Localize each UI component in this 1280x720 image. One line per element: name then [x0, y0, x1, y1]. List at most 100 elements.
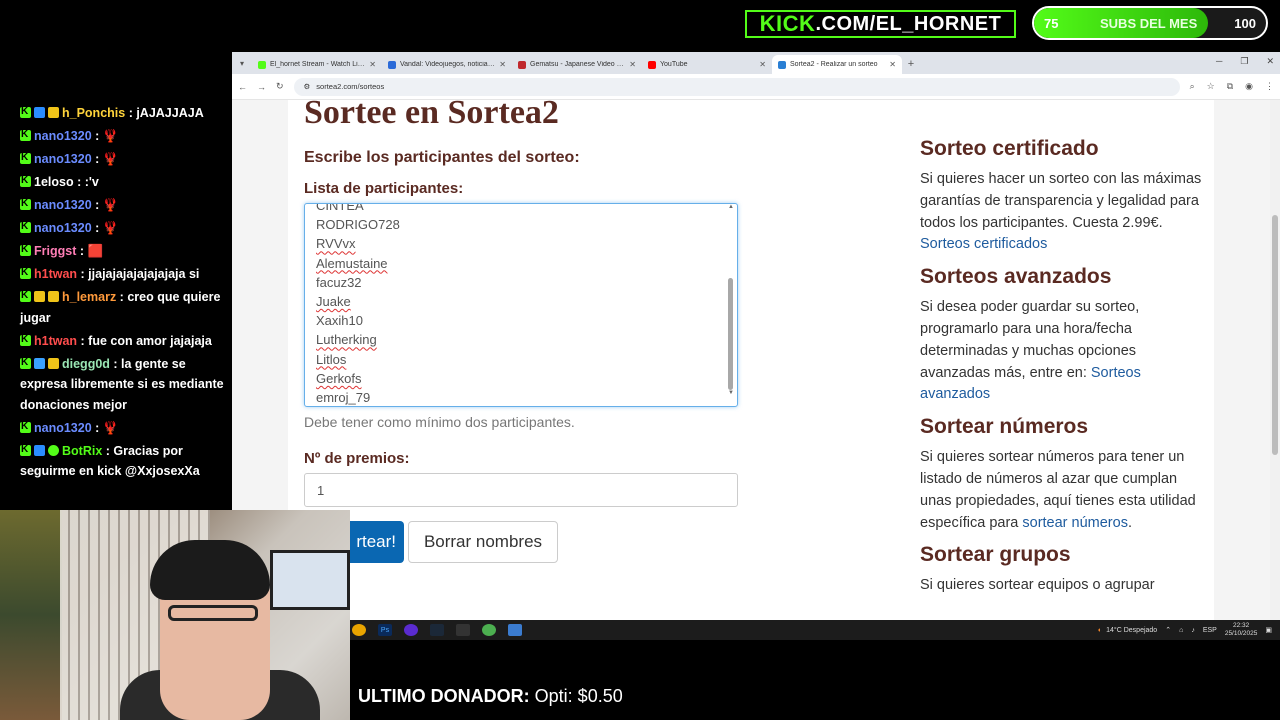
- url-text: sortea2.com/sorteos: [316, 82, 385, 91]
- browser-tab[interactable]: Gematsu - Japanese Video Gam... ✕: [512, 55, 642, 74]
- page-scroll-thumb[interactable]: [1272, 215, 1278, 455]
- reload-icon[interactable]: ↻: [276, 81, 284, 92]
- browser-tab[interactable]: YouTube ✕: [642, 55, 772, 74]
- sidebar-text-end: .: [1127, 514, 1132, 531]
- browser-tab[interactable]: Vandal: Videojuegos, noticias, g... ✕: [382, 55, 512, 74]
- tab-close-icon[interactable]: ✕: [499, 60, 506, 69]
- sidebar-link[interactable]: Sorteos certificados: [920, 236, 1047, 252]
- clear-names-button[interactable]: Borrar nombres: [408, 521, 558, 563]
- network-icon[interactable]: ⌂: [1179, 627, 1183, 634]
- chat-username[interactable]: nano1320: [34, 129, 92, 143]
- chat-separator: :: [116, 290, 128, 304]
- zoom-icon[interactable]: ⌕: [1190, 81, 1195, 92]
- chat-username[interactable]: diegg0d: [62, 357, 110, 371]
- kick-badge-icon: [20, 148, 31, 169]
- browser-window: ▾ El_hornet Stream - Watch Live... ✕ Vanda…: [232, 52, 1280, 620]
- chat-username[interactable]: h_Ponchis: [62, 106, 125, 120]
- chrome-icon[interactable]: [352, 624, 366, 636]
- url-field[interactable]: ⚙ sortea2.com/sorteos: [293, 77, 1180, 96]
- chat-message: 1eloso : :'v: [20, 171, 230, 193]
- app-icon[interactable]: [456, 624, 470, 636]
- close-window-icon[interactable]: ✕: [1266, 56, 1274, 67]
- textarea-scrollbar[interactable]: ▲ ▼: [727, 204, 735, 406]
- sidebar-heading: Sorteo certificado: [920, 137, 1099, 160]
- forward-icon[interactable]: →: [257, 82, 266, 92]
- kick-badge-icon: [20, 417, 31, 437]
- tab-close-icon[interactable]: ✕: [369, 60, 376, 69]
- scroll-down-icon[interactable]: ▼: [727, 390, 735, 396]
- explorer-icon[interactable]: [508, 624, 522, 636]
- discord-icon[interactable]: [482, 624, 496, 636]
- tab-search-icon[interactable]: ▾: [232, 52, 252, 74]
- notifications-icon[interactable]: ▣: [1265, 626, 1272, 634]
- sidebar-link[interactable]: sortear números: [1022, 515, 1128, 531]
- page-scrollbar[interactable]: [1270, 100, 1280, 620]
- kick-badge-icon: [20, 440, 31, 460]
- chat-username[interactable]: nano1320: [34, 221, 92, 235]
- chat-text: 🦞: [102, 420, 119, 435]
- clock-date: 25/10/2025: [1224, 630, 1258, 637]
- participant-line: Xaxih10: [316, 313, 363, 329]
- chat-username[interactable]: nano1320: [34, 421, 92, 435]
- chat-separator: :: [125, 106, 137, 120]
- chat-separator: :: [109, 356, 122, 371]
- chat-username[interactable]: BotRix: [62, 444, 102, 458]
- chat-message: Friggst : 🟥: [20, 240, 230, 262]
- gift-badge-icon: [48, 107, 59, 118]
- participants-textarea[interactable]: CINTEA RODRIGO728 RVVvx Alemustaine facuz32 J…: [304, 203, 738, 407]
- kick-badge-icon: [20, 330, 31, 350]
- kick-badge-icon: [20, 194, 31, 215]
- tray-chevron-icon[interactable]: ⌃: [1165, 626, 1171, 634]
- steam-icon[interactable]: [430, 624, 444, 636]
- textarea-scroll-thumb[interactable]: [728, 278, 733, 390]
- chat-separator: :: [91, 198, 103, 212]
- clock[interactable]: 22:32 25/10/2025: [1225, 622, 1258, 638]
- minimize-icon[interactable]: ─: [1216, 56, 1222, 67]
- chat-username[interactable]: h_lemarz: [62, 290, 116, 304]
- tab-list: El_hornet Stream - Watch Live... ✕ Vandal:…: [252, 55, 902, 74]
- new-tab-button[interactable]: +: [902, 55, 920, 74]
- tab-title: Sortea2 - Realizar un sorteo: [790, 61, 878, 68]
- scroll-up-icon[interactable]: ▲: [727, 204, 735, 210]
- streamer-glasses: [168, 605, 258, 621]
- site-info-icon[interactable]: ⚙: [304, 82, 311, 91]
- bookmark-star-icon[interactable]: ☆: [1207, 81, 1215, 92]
- tab-favicon-icon: [258, 60, 266, 69]
- sub-badge-icon: [34, 107, 45, 118]
- browser-tab[interactable]: El_hornet Stream - Watch Live... ✕: [252, 55, 382, 74]
- verified-badge-icon: [48, 444, 59, 456]
- participant-line: facuz32: [316, 274, 362, 290]
- extensions-icon[interactable]: ⧉: [1227, 81, 1233, 92]
- participants-help-text: Debe tener como mínimo dos participantes…: [304, 414, 575, 430]
- weather-widget[interactable]: ◐ 14°C Despejado: [1098, 627, 1157, 634]
- sidebar-paragraph: Si desea poder guardar su sorteo, progra…: [920, 297, 1205, 406]
- maximize-icon[interactable]: ❐: [1240, 56, 1248, 67]
- chat-username[interactable]: nano1320: [34, 152, 92, 166]
- chat-username[interactable]: h1twan: [34, 334, 77, 348]
- background-monitor: [270, 550, 350, 610]
- tab-close-icon[interactable]: ✕: [759, 60, 766, 69]
- tab-close-icon[interactable]: ✕: [889, 60, 896, 69]
- prizes-input[interactable]: 1: [304, 473, 738, 507]
- chat-username[interactable]: 1eloso: [34, 175, 74, 189]
- browser-tab[interactable]: Sortea2 - Realizar un sorteo ✕: [772, 55, 902, 74]
- volume-icon[interactable]: ♪: [1191, 627, 1195, 634]
- chat-username[interactable]: Friggst: [34, 244, 76, 258]
- back-icon[interactable]: ←: [238, 82, 247, 92]
- chat-message: BotRix : Gracias por seguirme en kick @X…: [20, 440, 230, 482]
- info-sidebar: Sorteo certificado Si quieres hacer un so…: [920, 136, 1205, 605]
- subs-goal-current: 75: [1044, 15, 1059, 31]
- chat-message: h1twan : jjajajajajajajajaja si: [20, 263, 230, 285]
- chat-separator: :: [73, 175, 85, 189]
- chat-message: nano1320 : 🦞: [20, 194, 230, 216]
- profile-icon[interactable]: ◉: [1245, 81, 1253, 92]
- obs-icon[interactable]: [404, 624, 418, 636]
- kick-badge-icon: [20, 217, 31, 238]
- tab-close-icon[interactable]: ✕: [629, 60, 636, 69]
- menu-icon[interactable]: ⋮: [1265, 81, 1274, 92]
- address-bar-actions: ⌕ ☆ ⧉ ◉ ⋮: [1190, 81, 1274, 92]
- chat-username[interactable]: h1twan: [34, 267, 77, 281]
- language-indicator[interactable]: ESP: [1203, 627, 1217, 634]
- chat-username[interactable]: nano1320: [34, 198, 92, 212]
- photoshop-icon[interactable]: Ps: [378, 624, 392, 636]
